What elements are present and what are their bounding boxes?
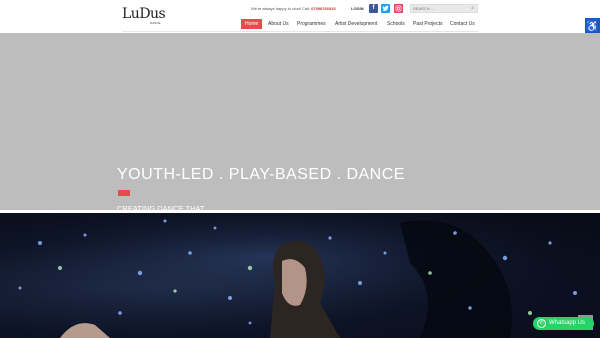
header-divider xyxy=(122,31,478,32)
nav-past-projects[interactable]: Past Projects xyxy=(413,19,442,29)
phone-number[interactable]: 07598766915 xyxy=(311,6,335,11)
nav-artist-development[interactable]: Artist Development xyxy=(335,19,377,29)
logo-subtext: DANCE xyxy=(150,21,161,25)
facebook-icon[interactable]: f xyxy=(369,4,378,13)
site-header: LuDus DANCE We're always happy to chat! … xyxy=(0,0,600,33)
search-input[interactable] xyxy=(413,5,467,12)
instagram-icon[interactable] xyxy=(394,4,403,13)
nav-about-us[interactable]: About Us xyxy=(268,19,289,29)
contact-tagline: We're always happy to chat! Call: 075987… xyxy=(251,6,336,11)
nav-programmes[interactable]: Programmes xyxy=(297,19,326,29)
dancer-photo-graphic xyxy=(0,213,600,338)
whatsapp-label: Whatsapp Us xyxy=(549,320,586,326)
twitter-icon[interactable] xyxy=(381,4,390,13)
search-box: ⌕ xyxy=(410,4,478,13)
nav-contact-us[interactable]: Contact Us xyxy=(450,19,475,29)
login-link[interactable]: LOGIN xyxy=(351,6,364,11)
site-logo[interactable]: LuDus DANCE xyxy=(122,6,166,28)
search-icon[interactable]: ⌕ xyxy=(471,5,474,11)
hero-accent-bar xyxy=(118,190,130,196)
nav-schools[interactable]: Schools xyxy=(387,19,405,29)
tagline-text: We're always happy to chat! Call: xyxy=(251,6,310,11)
hero-banner: YOUTH-LED . PLAY-BASED . DANCE CREATING … xyxy=(0,33,600,224)
dancer-photo xyxy=(0,213,600,338)
hero-title: YOUTH-LED . PLAY-BASED . DANCE xyxy=(117,166,405,183)
logo-text: LuDus xyxy=(122,6,166,22)
nav-home[interactable]: Home xyxy=(241,19,263,29)
whatsapp-icon: ✆ xyxy=(537,319,546,328)
whatsapp-button[interactable]: ✆ Whatsapp Us xyxy=(533,317,594,330)
